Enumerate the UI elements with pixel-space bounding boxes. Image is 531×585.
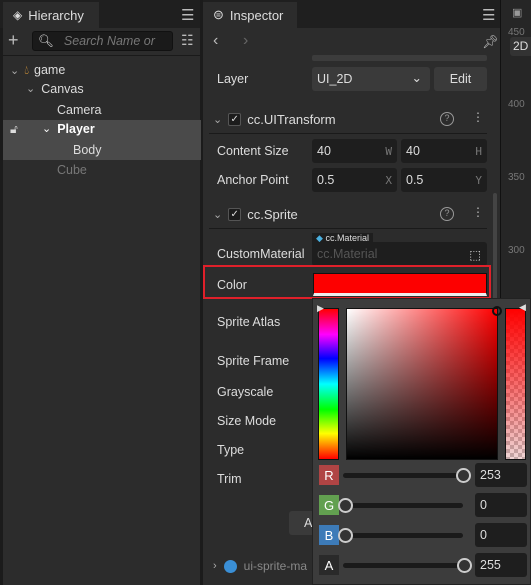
color-label: Color [217,278,247,292]
b-slider-knob[interactable] [338,528,353,543]
alpha-slider[interactable] [505,308,526,460]
pin-icon[interactable]: 📌︎ [482,34,499,50]
g-input[interactable]: 0 [475,493,527,517]
component-icon [223,559,237,573]
scene-2d-button[interactable]: 2D [510,37,531,56]
g-slider-knob[interactable] [338,498,353,513]
r-slider-knob[interactable] [456,468,471,483]
sprite-atlas-label: Sprite Atlas [217,315,281,329]
sprite-checkbox[interactable]: ✓ [228,208,242,221]
b-slider[interactable] [343,533,463,538]
saturation-value-area[interactable] [346,308,498,460]
a-slider-knob[interactable] [457,558,472,573]
r-input[interactable]: 253 [475,463,527,487]
scene-mode-icon[interactable]: ▣ [512,6,522,19]
tree-item-cube[interactable]: Cube [57,163,87,177]
b-input[interactable]: 0 [475,523,527,547]
next-component-header[interactable]: › ui-sprite-ma [213,559,307,573]
r-slider[interactable] [343,473,463,478]
r-label: R [319,465,339,485]
inspector-icon: ⊜ [213,7,224,22]
trim-label: Trim [217,472,242,486]
hierarchy-menu-icon[interactable]: ☰ [181,6,194,24]
inspector-menu-icon[interactable]: ☰ [482,6,495,24]
anchor-y-input[interactable]: 0.5 Y [401,168,487,192]
sv-cursor[interactable] [492,306,502,316]
layer-label: Layer [217,72,249,86]
layer-edit-button[interactable]: Edit [434,67,487,91]
chevron-down-icon: ⌄ [411,71,422,85]
back-icon[interactable]: ‹ [213,32,218,50]
scene-icon: 💧︎ [24,62,30,77]
size-mode-label: Size Mode [217,414,277,428]
custom-material-label: CustomMaterial [217,247,305,261]
lock-icon[interactable]: 🔓︎ [10,122,18,137]
g-label: G [319,495,339,515]
list-view-icon[interactable]: ☷ [181,32,194,49]
search-icon: 🔍︎ [38,33,54,48]
tab-inspector[interactable]: ⊜ Inspector [203,2,297,28]
g-slider[interactable] [343,503,463,508]
add-node-icon[interactable]: + [8,30,19,51]
b-label: B [319,525,339,545]
layer-dropdown[interactable]: UI_2D ⌄ [312,67,430,91]
tree-item-camera[interactable]: Camera [57,103,101,117]
scrollbar[interactable] [493,193,497,303]
more-icon[interactable]: ⋮ [472,205,484,219]
a-input[interactable]: 255 [475,553,527,577]
content-size-label: Content Size [217,144,289,158]
more-icon[interactable]: ⋮ [472,110,484,124]
tree-item-player[interactable]: ⌄ Player [42,122,95,136]
width-input[interactable]: 40 W [312,139,397,163]
sprite-header[interactable]: ⌄ ✓ cc.Sprite [213,207,298,222]
height-input[interactable]: 40 H [401,139,487,163]
forward-icon[interactable]: › [243,32,248,50]
grayscale-label: Grayscale [217,385,274,399]
alpha-marker-icon[interactable]: ◀ [519,302,526,313]
tree-item-game[interactable]: ⌄ 💧︎ game [10,62,65,78]
color-swatch[interactable] [313,273,487,296]
anchor-x-input[interactable]: 0.5 X [312,168,397,192]
tab-hierarchy[interactable]: ◈ Hierarchy [3,2,99,28]
a-slider[interactable] [343,563,463,568]
a-label: A [319,555,339,575]
hue-marker-icon[interactable]: ▶ [317,303,324,314]
hue-slider[interactable] [318,308,339,460]
type-label: Type [217,443,245,457]
sprite-frame-label: Sprite Frame [217,354,290,368]
search-input[interactable]: 🔍︎ Search Name or [32,31,173,51]
help-icon[interactable]: ? [440,112,454,126]
uitransform-header[interactable]: ⌄ ✓ cc.UITransform [213,112,336,127]
layers-icon: ◈ [13,8,23,22]
anchor-point-label: Anchor Point [217,173,289,187]
uitransform-checkbox[interactable]: ✓ [228,113,242,126]
tree-item-body[interactable]: Body [73,143,102,157]
tree-item-canvas[interactable]: ⌄ Canvas [26,82,84,96]
select-asset-icon[interactable]: ⬚ [469,247,481,262]
material-field[interactable]: cc.Material ⬚ [312,242,487,266]
help-icon[interactable]: ? [440,207,454,221]
